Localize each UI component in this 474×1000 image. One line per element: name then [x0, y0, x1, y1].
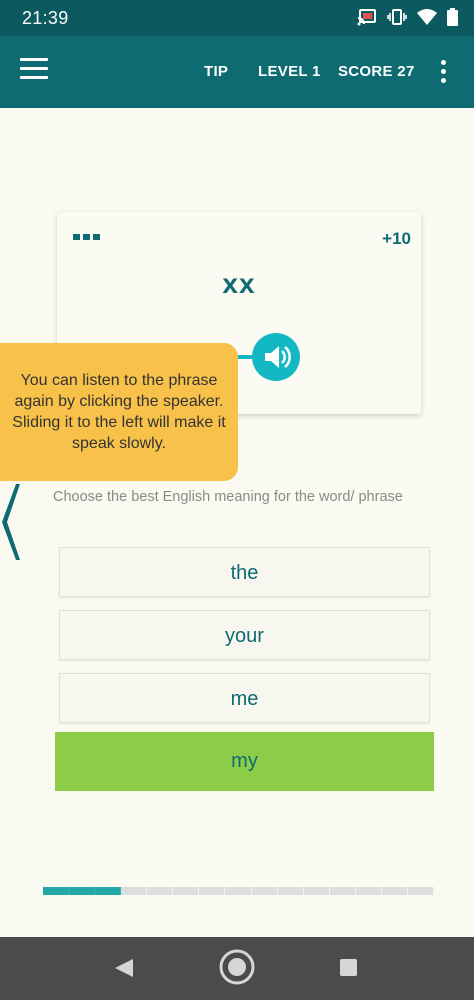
answer-option-the[interactable]: the — [59, 547, 430, 597]
tip-button[interactable]: TIP — [204, 63, 228, 80]
progress-segment — [43, 887, 70, 895]
score-indicator[interactable]: SCORE 27 — [338, 63, 415, 80]
status-icons — [357, 8, 458, 26]
progress-segment — [199, 887, 226, 895]
home-icon[interactable] — [219, 949, 255, 985]
speaker-button[interactable] — [252, 333, 300, 381]
app-bar: TIP LEVEL 1 SCORE 27 — [0, 36, 474, 108]
progress-segment — [147, 887, 174, 895]
card-word: xx — [222, 268, 256, 299]
status-time: 21:39 — [22, 8, 69, 28]
tip-tooltip-text: You can listen to the phrase again by cl… — [12, 372, 226, 452]
answer-option-your[interactable]: your — [59, 610, 430, 660]
recents-icon[interactable] — [340, 959, 357, 976]
progress-segment — [69, 887, 96, 895]
more-vertical-icon[interactable] — [440, 60, 448, 86]
speaker-icon — [265, 346, 291, 368]
answer-option-my[interactable]: my — [55, 732, 434, 791]
card-points: +10 — [382, 229, 411, 248]
level-indicator[interactable]: LEVEL 1 — [258, 63, 321, 80]
wifi-icon — [417, 9, 437, 25]
progress-segment — [278, 887, 304, 895]
cast-icon — [357, 9, 376, 26]
back-icon[interactable] — [113, 957, 135, 979]
progress-segment — [408, 887, 434, 895]
progress-segment — [252, 887, 278, 895]
progress-segment — [304, 887, 330, 895]
vibrate-icon — [387, 9, 407, 25]
chevron-left-icon[interactable] — [0, 484, 20, 560]
lesson-progress-bar — [43, 887, 434, 895]
progress-segment — [356, 887, 382, 895]
progress-segment — [173, 887, 200, 895]
progress-segment — [382, 887, 408, 895]
progress-segment — [95, 887, 122, 895]
battery-icon — [447, 8, 458, 26]
status-bar: 21:39 — [0, 0, 474, 36]
navigation-bar — [0, 937, 474, 1000]
hamburger-menu-icon[interactable] — [20, 58, 48, 82]
tip-tooltip: You can listen to the phrase again by cl… — [0, 343, 238, 481]
progress-segment — [330, 887, 356, 895]
progress-segment — [225, 887, 252, 895]
card-dots-icon — [73, 234, 100, 240]
answer-option-me[interactable]: me — [59, 673, 430, 723]
progress-segment — [121, 887, 148, 895]
question-instruction: Choose the best English meaning for the … — [53, 489, 403, 505]
